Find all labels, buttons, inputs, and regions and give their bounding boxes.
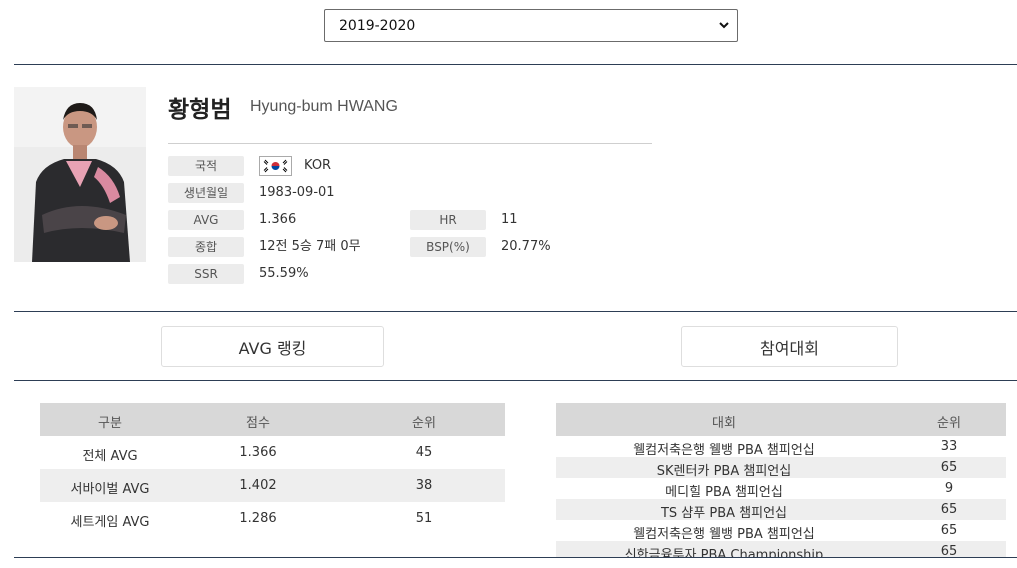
player-name-korean: 황형범 [168,97,232,123]
table-row: 서바이벌 AVG 1.402 38 [40,469,505,502]
column-header: 점수 [246,416,270,431]
table-row: 전체 AVG 1.366 45 [40,436,505,469]
record-value: 12전 5승 7패 0무 [259,239,361,254]
column-header: 순위 [937,416,961,431]
divider [14,380,1017,381]
table-cell: 33 [940,439,958,454]
tab-avg-ranking[interactable]: AVG 랭킹 [161,326,384,367]
table-cell: SK렌터카 PBA 챔피언십 [656,464,792,479]
table-cell: 신한금융투자 PBA Championship [624,548,824,558]
divider [14,311,1017,312]
record-label: 종합 [168,237,244,257]
table-row: 세트게임 AVG 1.286 51 [40,502,505,535]
table-cell: 45 [415,445,433,460]
table-row: 웰컴저축은행 웰뱅 PBA 챔피언십 33 [556,436,1006,458]
bsp-label: BSP(%) [410,237,486,257]
ssr-value: 55.59% [259,266,309,281]
tournaments-table[interactable]: 대회 순위 웰컴저축은행 웰뱅 PBA 챔피언십 33 SK렌터카 PBA 챔피… [556,403,1006,558]
table-row: SK렌터카 PBA 챔피언십 65 [556,457,1006,479]
table-cell: 서바이벌 AVG [70,482,150,497]
table-cell: 전체 AVG [82,449,138,464]
avg-value: 1.366 [259,212,297,227]
tab-tournaments-label: 참여대회 [760,338,819,358]
table-cell: 1.286 [239,511,277,526]
table-row: 메디힐 PBA 챔피언십 9 [556,478,1006,500]
avg-label: AVG [168,210,244,230]
table-cell: 65 [940,544,958,558]
column-header: 구분 [98,416,122,431]
hr-value: 11 [501,212,518,227]
table-cell: 65 [940,460,958,475]
nationality-label: 국적 [168,156,244,176]
nationality-value: KOR [304,158,332,173]
table-cell: 65 [940,502,958,517]
table-cell: 1.402 [239,478,277,493]
table-row: 웰컴저축은행 웰뱅 PBA 챔피언십 65 [556,520,1006,542]
divider [14,64,1017,65]
birth-value: 1983-09-01 [259,185,335,200]
column-header: 순위 [412,416,436,431]
table-cell: 65 [940,523,958,538]
season-select[interactable]: 2019-2020 [324,9,738,42]
hr-label: HR [410,210,486,230]
chevron-down-icon [719,22,729,29]
table-cell: 38 [415,478,433,493]
table-header-row: 구분 점수 순위 [40,403,505,436]
table-cell: 웰컴저축은행 웰뱅 PBA 챔피언십 [633,443,815,458]
bsp-value: 20.77% [501,239,551,254]
player-photo [14,87,146,262]
birth-label: 생년월일 [168,183,244,203]
table-cell: 웰컴저축은행 웰뱅 PBA 챔피언십 [633,527,815,542]
table-header-row: 대회 순위 [556,403,1006,436]
korea-flag-icon [259,156,292,176]
table-cell: 메디힐 PBA 챔피언십 [665,485,783,500]
ssr-label: SSR [168,264,244,284]
avg-ranking-table: 구분 점수 순위 전체 AVG 1.366 45 서바이벌 AVG 1.402 … [40,403,505,535]
table-row: TS 샴푸 PBA 챔피언십 65 [556,499,1006,521]
table-cell: 세트게임 AVG [70,515,150,530]
table-row: 신한금융투자 PBA Championship 65 [556,541,1006,558]
table-cell: TS 샴푸 PBA 챔피언십 [660,506,787,521]
divider [168,143,652,144]
table-cell: 51 [415,511,433,526]
table-cell: 1.366 [239,445,277,460]
player-name-english: Hyung-bum HWANG [250,98,398,115]
divider [14,557,1017,558]
column-header: 대회 [712,416,736,431]
tab-tournaments[interactable]: 참여대회 [681,326,898,367]
tab-avg-ranking-label: AVG 랭킹 [238,338,307,358]
table-cell: 9 [944,481,954,496]
season-select-value: 2019-2020 [339,17,416,34]
